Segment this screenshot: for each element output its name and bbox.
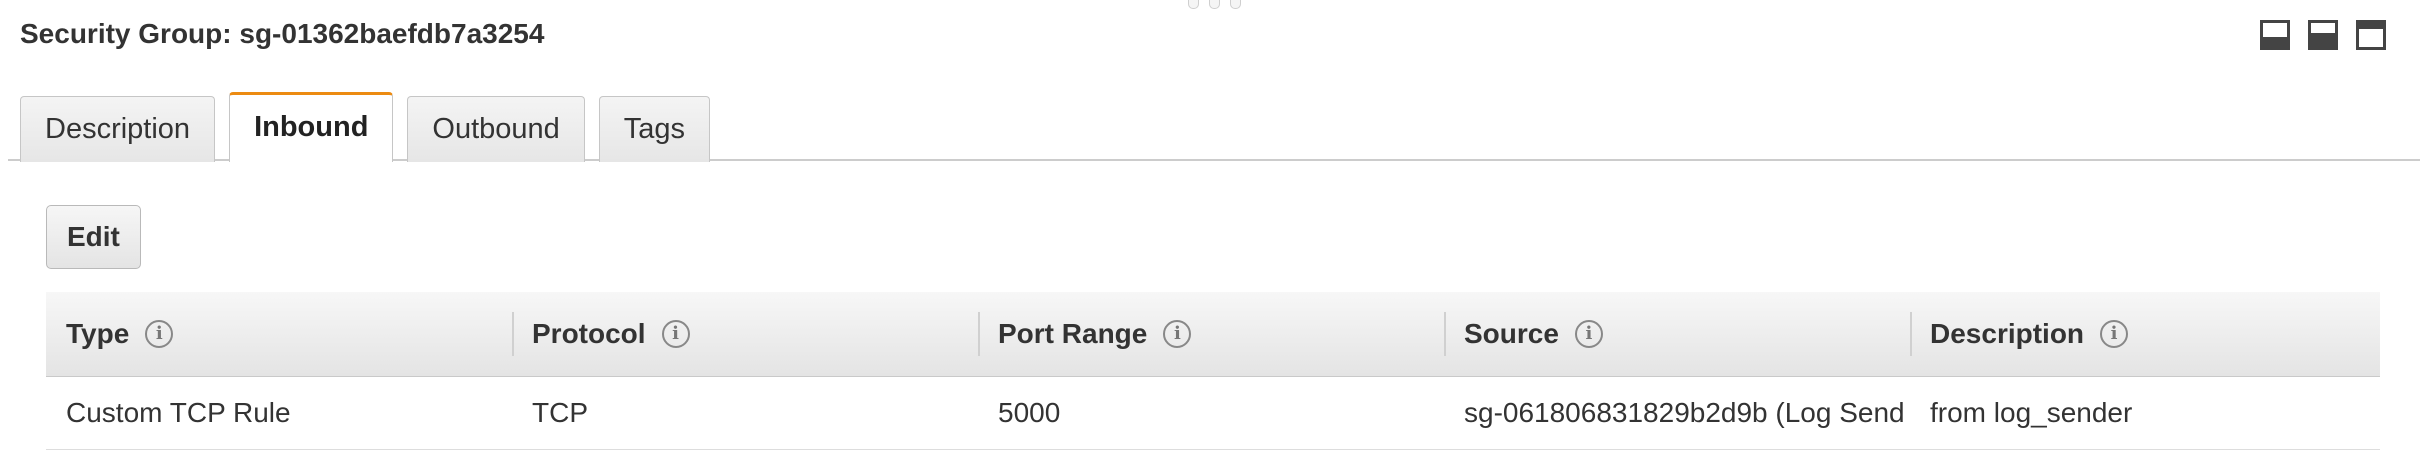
column-header-description: Description i (1910, 292, 2380, 376)
info-icon[interactable]: i (1163, 320, 1192, 348)
cell-protocol: TCP (532, 397, 588, 428)
info-icon[interactable]: i (2100, 320, 2129, 348)
panel-title: Security Group: sg-01362baefdb7a3254 (20, 18, 545, 49)
column-header-source: Source i (1444, 292, 1910, 376)
column-header-label: Protocol (532, 318, 646, 349)
info-icon[interactable]: i (1574, 320, 1603, 348)
cell-type: Custom TCP Rule (66, 397, 291, 428)
tab-tags[interactable]: Tags (598, 96, 711, 162)
tab-bar: Description Inbound Outbound Tags (20, 92, 711, 165)
tab-outbound[interactable]: Outbound (407, 96, 585, 162)
cell-port-range: 5000 (998, 397, 1061, 428)
cell-source: sg-061806831829b2d9b (Log Send (1464, 397, 1905, 428)
column-header-port-range: Port Range i (978, 292, 1444, 376)
column-header-label: Type (66, 318, 130, 349)
column-header-label: Port Range (998, 318, 1148, 349)
panel-top-icon[interactable] (2356, 20, 2386, 50)
column-header-label: Description (1930, 318, 2085, 349)
tab-description[interactable]: Description (20, 96, 216, 162)
drag-dot (1208, 0, 1220, 9)
info-icon[interactable]: i (661, 320, 690, 348)
info-icon[interactable]: i (145, 320, 174, 348)
table-header: Type i Protocol i Port Range i Source i … (46, 292, 2380, 377)
panel-split-icon[interactable] (2308, 20, 2338, 50)
column-header-type: Type i (46, 292, 512, 376)
panel-bottom-icon[interactable] (2260, 20, 2290, 50)
tab-inbound[interactable]: Inbound (229, 92, 394, 165)
column-header-protocol: Protocol i (512, 292, 978, 376)
table-row: Custom TCP Rule TCP 5000 sg-061806831829… (46, 377, 2380, 450)
table-body: Custom TCP Rule TCP 5000 sg-061806831829… (46, 377, 2380, 450)
drag-handle-icon[interactable] (1186, 0, 1242, 12)
security-group-details-panel: Security Group: sg-01362baefdb7a3254 Des… (0, 0, 2420, 476)
drag-dot (1229, 0, 1241, 9)
column-header-label: Source (1464, 318, 1559, 349)
edit-button[interactable]: Edit (46, 205, 141, 269)
cell-description: from log_sender (1930, 397, 2133, 428)
drag-dot (1187, 0, 1199, 9)
panel-layout-controls (2260, 20, 2386, 50)
inbound-rules-table: Type i Protocol i Port Range i Source i … (46, 292, 2380, 450)
